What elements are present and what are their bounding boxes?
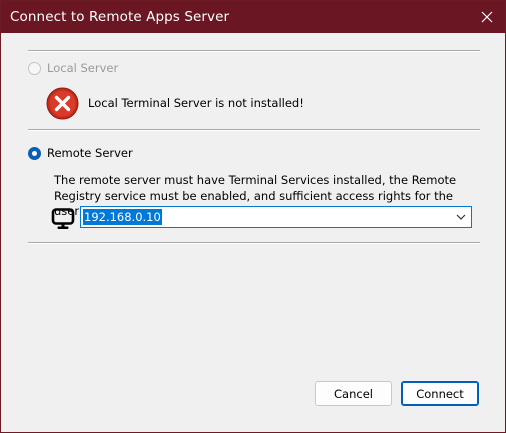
top-divider bbox=[28, 50, 480, 52]
server-address-combobox[interactable]: 192.168.0.10 bbox=[80, 206, 472, 228]
bottom-divider bbox=[28, 242, 480, 244]
error-icon bbox=[46, 87, 79, 120]
connect-dialog: Connect to Remote Apps Server Local Serv… bbox=[0, 0, 506, 433]
monitor-icon bbox=[51, 208, 75, 229]
cancel-button[interactable]: Cancel bbox=[315, 381, 392, 406]
server-address-value[interactable]: 192.168.0.10 bbox=[83, 209, 162, 225]
middle-divider bbox=[28, 129, 480, 131]
remote-server-label: Remote Server bbox=[47, 146, 133, 160]
chevron-down-icon[interactable] bbox=[455, 212, 467, 222]
title-bar[interactable]: Connect to Remote Apps Server bbox=[1, 1, 505, 33]
local-server-radio[interactable] bbox=[28, 62, 41, 75]
local-error-message: Local Terminal Server is not installed! bbox=[88, 96, 304, 110]
remote-server-radio[interactable] bbox=[28, 147, 41, 160]
dialog-title: Connect to Remote Apps Server bbox=[10, 9, 230, 25]
connect-button[interactable]: Connect bbox=[401, 381, 479, 406]
close-button[interactable] bbox=[469, 1, 505, 33]
local-server-label: Local Server bbox=[47, 61, 119, 75]
close-icon bbox=[481, 11, 493, 23]
